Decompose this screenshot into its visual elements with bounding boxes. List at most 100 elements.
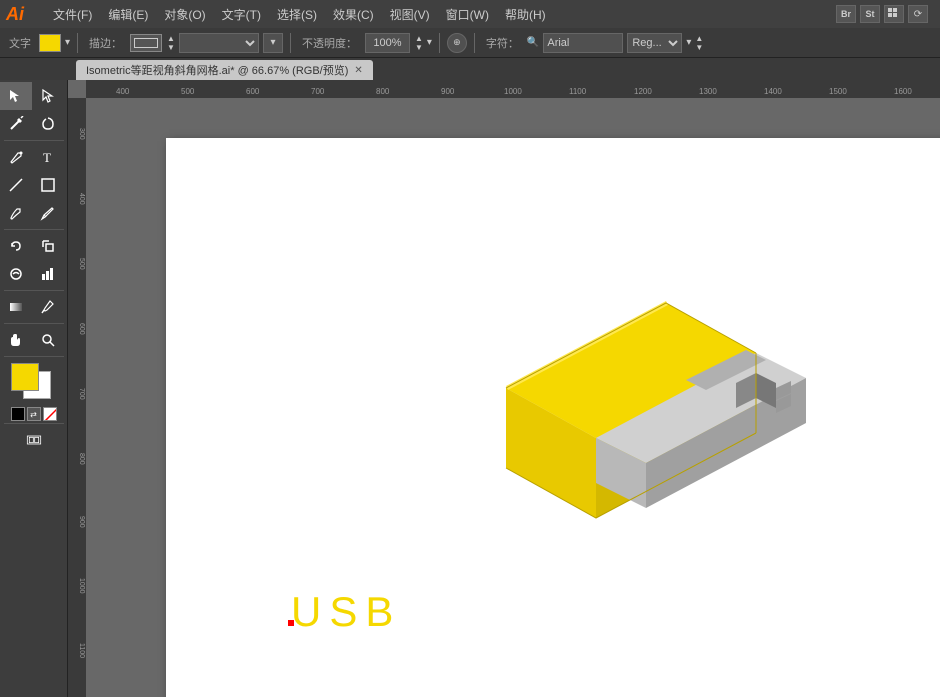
menu-view[interactable]: 视图(V) <box>383 4 437 25</box>
fill-label: 文字 <box>5 35 35 51</box>
search-icon: 🔍 <box>527 37 539 48</box>
toolbar: 文字 ▾ 描边： ▲ ▼ ▾ 不透明度： ▲ ▼ ▾ ⊕ 字符： 🔍 Reg..… <box>0 28 940 58</box>
ruler-h-1000: 1000 <box>504 87 522 96</box>
opacity-stepper[interactable]: ▲ ▼ <box>415 34 423 52</box>
ruler-v-1000: 1000 <box>78 578 85 594</box>
stroke-type-select[interactable] <box>179 33 259 53</box>
horizontal-ruler: 400 500 600 700 800 900 1000 1100 1200 1… <box>86 80 940 98</box>
ruler-h-1100: 1100 <box>569 87 586 96</box>
default-colors-btn[interactable] <box>11 407 25 421</box>
font-options-stepper[interactable]: ▲ ▼ <box>695 34 703 52</box>
main-area: T <box>0 80 940 697</box>
sync-icon[interactable]: ⟳ <box>908 5 928 23</box>
fill-arrow-icon[interactable]: ▾ <box>65 37 70 48</box>
gradient-btn[interactable] <box>0 293 32 321</box>
lasso-btn[interactable] <box>32 110 64 138</box>
zoom-btn[interactable] <box>32 326 64 354</box>
menu-select[interactable]: 选择(S) <box>270 4 324 25</box>
ruler-v-300: 300 <box>78 128 85 140</box>
bridge-icon[interactable]: Br <box>836 5 856 23</box>
ruler-v-800: 800 <box>78 453 85 465</box>
menu-help[interactable]: 帮助(H) <box>498 4 553 25</box>
ruler-h-700: 700 <box>311 87 324 96</box>
tool-row-5 <box>0 199 67 227</box>
foreground-swatch[interactable] <box>11 363 39 391</box>
sep-2 <box>4 229 64 230</box>
tool-row-9 <box>0 326 67 354</box>
separator-4 <box>474 33 475 53</box>
ruler-v-700: 700 <box>78 388 85 400</box>
stroke-stepper[interactable]: ▲ ▼ <box>167 34 175 52</box>
stroke-inner <box>134 38 158 48</box>
sep-1 <box>4 140 64 141</box>
fill-color-box[interactable] <box>39 34 61 52</box>
menu-window[interactable]: 窗口(W) <box>439 4 496 25</box>
warp-btn[interactable] <box>0 260 32 288</box>
sep-4 <box>4 323 64 324</box>
separator-1 <box>77 33 78 53</box>
sep-3 <box>4 290 64 291</box>
menu-edit[interactable]: 编辑(E) <box>101 4 155 25</box>
select-tool-btn[interactable] <box>0 82 32 110</box>
canvas-wrapper: 400 500 600 700 800 900 1000 1100 1200 1… <box>68 80 940 697</box>
document-tab[interactable]: Isometric等距视角斜角网格.ai* @ 66.67% (RGB/预览) … <box>76 60 373 80</box>
char-label: 字符： <box>482 35 523 51</box>
swap-colors-btn[interactable]: ⇄ <box>27 407 41 421</box>
tool-row-2 <box>0 110 67 138</box>
screen-mode-btn[interactable] <box>10 426 58 454</box>
color-swatches <box>5 363 63 405</box>
stroke-label: 描边： <box>85 35 126 51</box>
ruler-v-1100: 1100 <box>78 643 85 658</box>
magic-wand-btn[interactable] <box>0 110 32 138</box>
rotate-btn[interactable] <box>0 232 32 260</box>
app-logo: Ai <box>6 4 36 25</box>
brush-btn[interactable] <box>0 199 32 227</box>
artboard: USB <box>166 138 940 697</box>
tool-row-4 <box>0 171 67 199</box>
ruler-v-600: 600 <box>78 323 85 335</box>
tool-row-6 <box>0 232 67 260</box>
font-arrow[interactable]: ▾ <box>686 37 691 48</box>
graph-btn[interactable] <box>32 260 64 288</box>
font-size-select[interactable]: Reg... <box>627 33 682 53</box>
pencil-btn[interactable] <box>32 199 64 227</box>
opacity-input[interactable] <box>365 33 410 53</box>
stroke-options-btn[interactable]: ▾ <box>263 33 283 53</box>
scale-btn[interactable] <box>32 232 64 260</box>
canvas[interactable]: USB <box>86 98 940 697</box>
menu-text[interactable]: 文字(T) <box>215 4 268 25</box>
menu-file[interactable]: 文件(F) <box>46 4 99 25</box>
tab-close-btn[interactable]: ✕ <box>354 65 362 76</box>
rect-btn[interactable] <box>32 171 64 199</box>
hand-btn[interactable] <box>0 326 32 354</box>
eyedropper-btn[interactable] <box>32 293 64 321</box>
opacity-arrow[interactable]: ▾ <box>427 37 432 48</box>
tool-row-8 <box>0 293 67 321</box>
ruler-h-1600: 1600 <box>894 87 912 96</box>
line-btn[interactable] <box>0 171 32 199</box>
menu-effect[interactable]: 效果(C) <box>326 4 381 25</box>
stock-icon[interactable]: St <box>860 5 880 23</box>
pen-btn[interactable] <box>0 143 32 171</box>
ruler-h-600: 600 <box>246 87 259 96</box>
ruler-h-1400: 1400 <box>764 87 782 96</box>
stroke-box[interactable] <box>130 34 162 52</box>
none-swatch[interactable] <box>43 407 57 421</box>
apps-icon[interactable] <box>884 5 904 23</box>
style-btn[interactable]: ⊕ <box>447 33 467 53</box>
direct-select-tool-btn[interactable] <box>32 82 64 110</box>
font-input[interactable] <box>543 33 623 53</box>
tool-row-10 <box>0 426 67 454</box>
vertical-ruler: 300 400 500 600 700 800 900 1000 1100 <box>68 98 86 697</box>
menu-object[interactable]: 对象(O) <box>157 4 212 25</box>
sep-6 <box>4 423 64 424</box>
type-btn[interactable]: T <box>32 143 64 171</box>
menu-bar: Ai 文件(F) 编辑(E) 对象(O) 文字(T) 选择(S) 效果(C) 视… <box>0 0 940 28</box>
ruler-v-400: 400 <box>78 193 85 205</box>
ruler-v-900: 900 <box>78 516 85 528</box>
swatch-mini-row: ⇄ <box>11 407 57 421</box>
svg-text:T: T <box>43 150 51 165</box>
opacity-label: 不透明度： <box>298 35 361 51</box>
usb-text-label: USB <box>291 588 401 636</box>
tool-row-3: T <box>0 143 67 171</box>
